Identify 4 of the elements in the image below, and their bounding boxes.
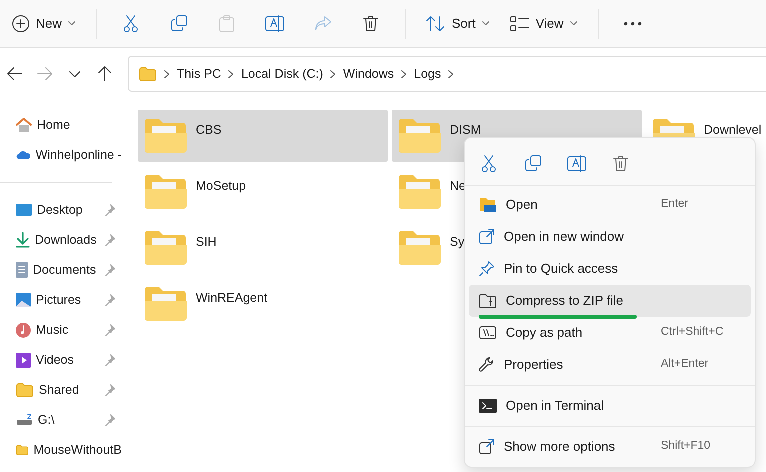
shortcut-text: Enter: [661, 197, 690, 212]
shortcut-text: Ctrl+Shift+C: [661, 325, 725, 340]
shortcut-text: Alt+Enter: [661, 357, 710, 372]
shortcut-text: Shift+F10: [661, 439, 712, 454]
